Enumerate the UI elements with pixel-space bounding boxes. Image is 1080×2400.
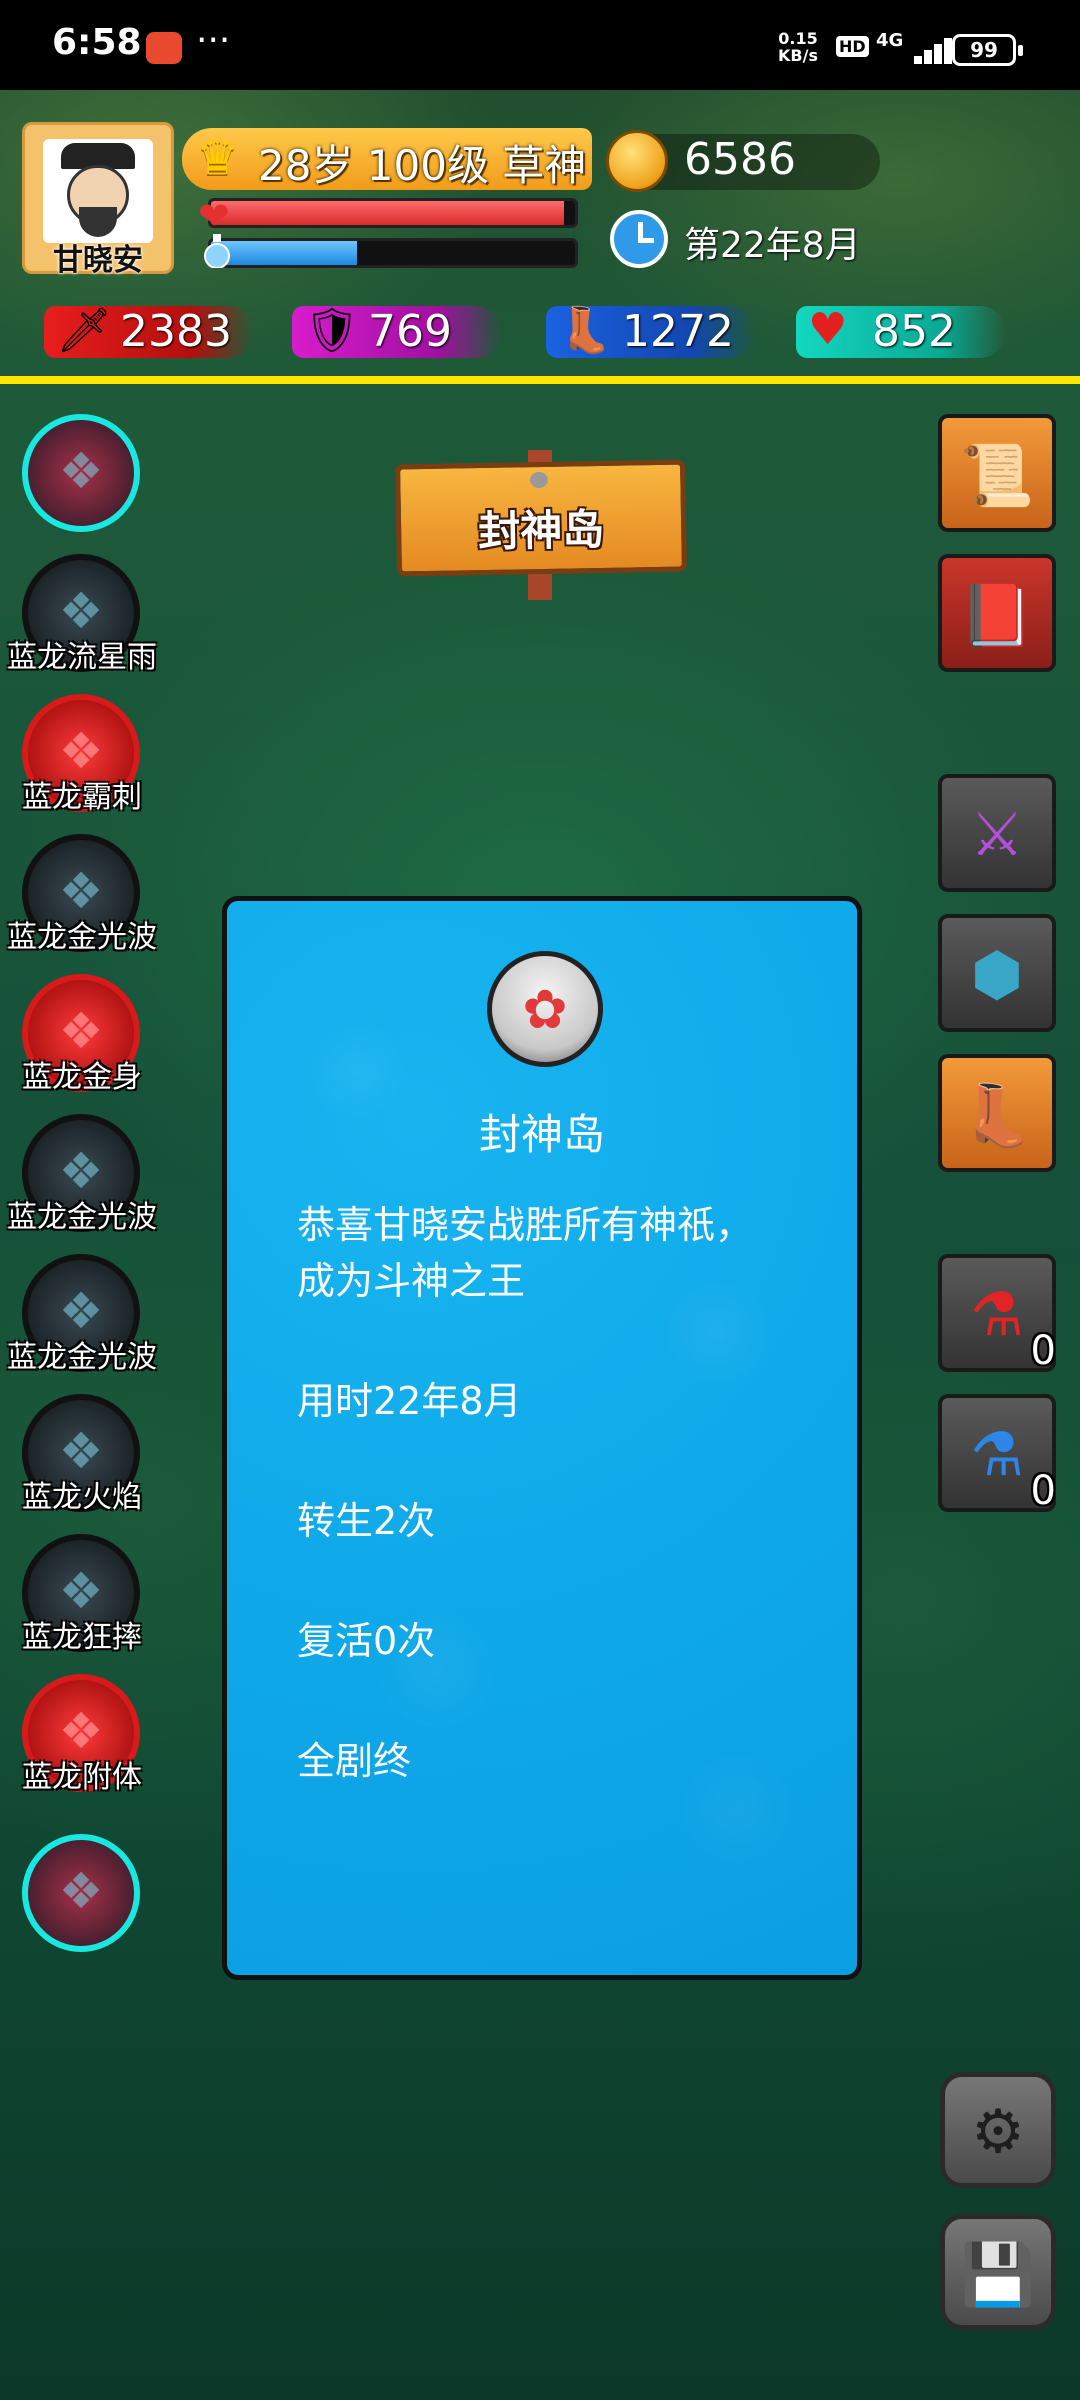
mana-potion-icon: [204, 234, 230, 268]
book-icon: 📕: [959, 581, 1035, 651]
ending-dialog[interactable]: ✿ 封神岛 恭喜甘晓安战胜所有神祇， 成为斗神之王 用时22年8月 转生2次 复…: [222, 896, 862, 1980]
hd-icon: HD: [836, 36, 869, 57]
app-notification-icon: [146, 32, 182, 64]
mp-bar: [208, 238, 578, 268]
clock-icon: [610, 210, 668, 268]
sign-nail: [530, 472, 548, 488]
game-date: 第22年8月: [684, 225, 861, 266]
blue-potion-slot[interactable]: ⚗ 0: [938, 1394, 1056, 1514]
purple-sword-icon: ⚔: [970, 800, 1024, 870]
defense-value: 769: [368, 306, 452, 357]
weapon-slot[interactable]: ⚔: [938, 774, 1056, 892]
dialog-ending: 全剧终: [297, 1739, 412, 1783]
armor-icon: ⬢: [970, 940, 1024, 1010]
skill-label: 蓝龙金光波: [7, 1340, 157, 1375]
health-heart-icon: ♥: [808, 304, 848, 355]
network-speed-unit: KB/s: [778, 46, 818, 65]
dragon-icon: ❖: [58, 1862, 104, 1920]
skill-label: 蓝龙火焰: [22, 1480, 142, 1515]
avatar-portrait: [43, 139, 153, 243]
skill-icon[interactable]: ❖: [22, 414, 140, 532]
boot-icon: 👢: [558, 305, 613, 356]
skill-icon[interactable]: ❖: [22, 1834, 140, 1952]
more-notifications-icon: ···: [196, 20, 231, 61]
dragon-icon: ❖: [58, 442, 104, 500]
book-button[interactable]: 📕: [938, 554, 1056, 672]
boots-icon: 👢: [959, 1081, 1035, 1151]
heart-icon: ❤: [198, 194, 230, 238]
attack-value: 2383: [120, 306, 232, 357]
hp-bar: [208, 198, 578, 228]
scroll-map-icon: 📜: [959, 441, 1035, 511]
red-potion-count: 0: [1030, 1328, 1056, 1374]
sword-icon: 🗡: [56, 305, 112, 356]
dialog-congrats-line1: 恭喜甘晓安战胜所有神祇，: [297, 1203, 754, 1247]
lotus-badge: ✿: [487, 951, 603, 1067]
lotus-icon: ✿: [522, 978, 568, 1041]
red-potion-slot[interactable]: ⚗ 0: [938, 1254, 1056, 1374]
gear-icon: ⚙: [971, 2097, 1025, 2167]
gold-amount: 6586: [684, 134, 796, 185]
gold-coin-icon: [606, 130, 668, 192]
dialog-rebirths: 转生2次: [297, 1499, 436, 1543]
mp-bar-fill: [211, 241, 357, 265]
blue-potion-count: 0: [1030, 1468, 1056, 1514]
shield-icon: 🛡: [304, 305, 360, 356]
dialog-title: 封神岛: [478, 1110, 605, 1159]
skill-label: 蓝龙金光波: [7, 1200, 157, 1235]
skill-label: 蓝龙狂摔: [22, 1620, 142, 1655]
dialog-revives: 复活0次: [297, 1619, 436, 1663]
save-button[interactable]: 💾: [940, 2214, 1056, 2330]
boots-slot[interactable]: 👢: [938, 1054, 1056, 1172]
save-icon: 💾: [960, 2240, 1036, 2310]
skill-label: 蓝龙霸刺: [22, 780, 142, 815]
skill-label: 蓝龙金身: [22, 1060, 142, 1095]
player-rank: 28岁 100级 草神: [258, 141, 587, 190]
network-speed: 0.15 KB/s: [778, 30, 818, 64]
location-name: 封神岛: [477, 504, 605, 557]
player-avatar[interactable]: 甘晓安: [22, 122, 174, 278]
speed-value: 1272: [622, 306, 734, 357]
battery-icon: 99: [952, 34, 1023, 66]
health-value: 852: [872, 306, 956, 357]
player-name: 甘晓安: [53, 243, 143, 278]
skill-label: 蓝龙附体: [22, 1760, 142, 1795]
map-scroll-button[interactable]: 📜: [938, 414, 1056, 532]
clock-time: 6:58: [52, 22, 142, 63]
skill-label: 蓝龙金光波: [7, 920, 157, 955]
hp-bar-fill: [211, 201, 565, 225]
skill-label: 蓝龙流星雨: [7, 640, 157, 675]
signal-strength-icon: [900, 34, 960, 64]
hud-divider: [0, 376, 1080, 384]
crown-icon: ♛: [196, 130, 240, 186]
status-bar: 6:58 ··· 0.15 KB/s HD 4G 99: [0, 0, 1080, 90]
dialog-congrats-line2: 成为斗神之王: [297, 1259, 526, 1303]
armor-slot[interactable]: ⬢: [938, 914, 1056, 1032]
dialog-time-used: 用时22年8月: [297, 1379, 522, 1423]
settings-button[interactable]: ⚙: [940, 2072, 1056, 2188]
